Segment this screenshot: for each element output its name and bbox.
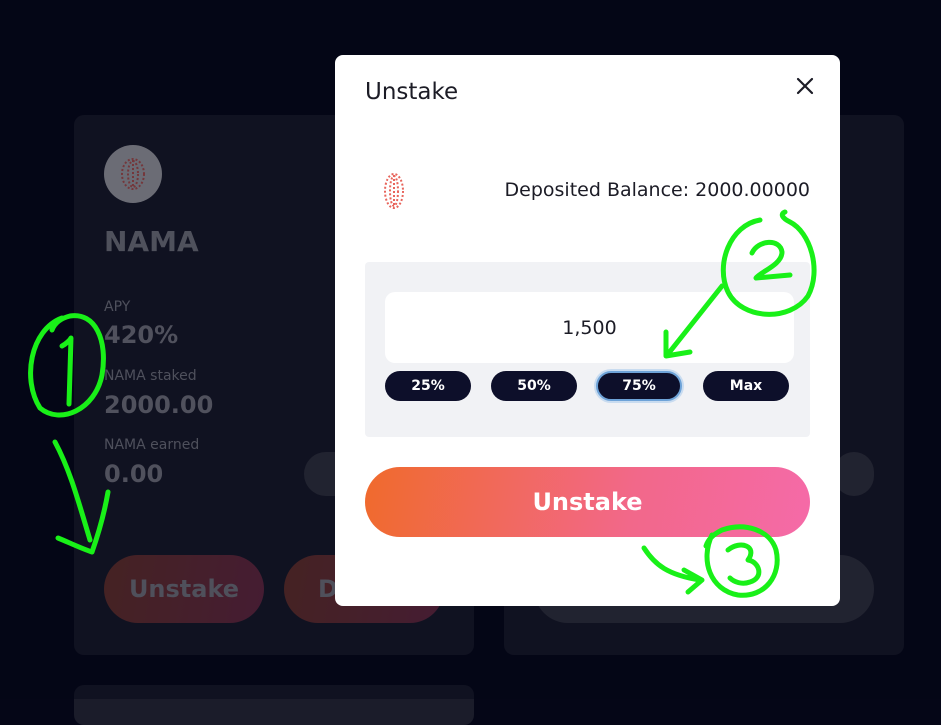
close-icon[interactable] xyxy=(792,73,818,99)
nama-token-icon xyxy=(384,173,404,209)
modal-title: Unstake xyxy=(365,79,459,105)
percent-50-button[interactable]: 50% xyxy=(491,371,577,401)
amount-input[interactable] xyxy=(385,292,794,363)
percent-75-button[interactable]: 75% xyxy=(596,371,682,401)
deposited-balance: Deposited Balance: 2000.00000 xyxy=(504,179,810,201)
unstake-button[interactable]: Unstake xyxy=(365,467,810,537)
amount-panel: 25% 50% 75% Max xyxy=(365,262,810,437)
percent-max-button[interactable]: Max xyxy=(703,371,789,401)
unstake-modal: Unstake Deposited Balance: 2000.00000 25… xyxy=(335,55,840,606)
percent-25-button[interactable]: 25% xyxy=(385,371,471,401)
